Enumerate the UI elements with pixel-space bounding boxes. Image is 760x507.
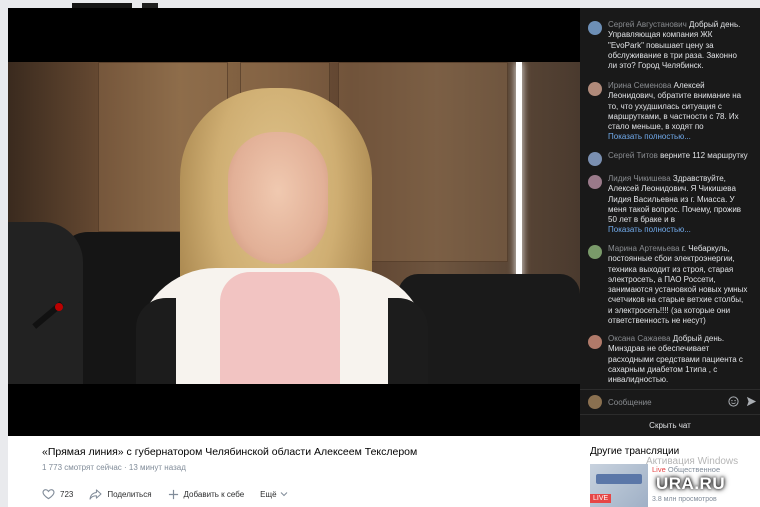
chat-message: Лидия Чикишева Здравствуйте, Алексей Лео… [588,174,748,236]
speaker-shirt [220,272,340,384]
live-chat: Сергей Августанович Добрый день. Управля… [580,8,760,436]
chat-author[interactable]: Лидия Чикишева [608,174,671,183]
thumbnail-banner [596,474,642,484]
avatar[interactable] [588,335,602,349]
chat-message: Марина Артемьева г. Чебаркуль, постоянны… [588,244,748,326]
share-label: Поделиться [107,489,152,499]
show-more-link[interactable]: Показать полностью... [608,225,748,235]
plus-icon [168,489,178,499]
message-input[interactable] [608,394,718,410]
chat-message: Ирина Семенова Алексей Леонидович, обрат… [588,81,748,143]
light-strip [516,62,522,278]
windows-activation-watermark: Активация Windows [646,456,739,467]
action-bar: 723 Поделиться Добавить к себе Ещё [42,488,309,500]
other-streams: Другие трансляции LIVE Live Общественное… [580,436,760,507]
chat-author[interactable]: Сергей Августанович [608,20,687,29]
page: Сергей Августанович Добрый день. Управля… [0,0,760,507]
stream-thumbnail[interactable]: LIVE [590,464,648,507]
speaker-face [228,132,328,264]
sweater-stripe [136,298,176,384]
chat-input-bar [580,389,760,413]
video-title: «Прямая линия» с губернатором Челябинско… [42,446,418,458]
sweater-stripe [388,298,428,384]
avatar[interactable] [588,21,602,35]
chat-author[interactable]: Оксана Сажаева [608,334,671,343]
person-silhouette [8,222,83,384]
chat-author[interactable]: Марина Артемьева [608,244,680,253]
heart-icon [42,489,55,500]
microphone-light [55,303,63,311]
share-icon [89,488,102,500]
more-button[interactable]: Ещё [260,490,292,499]
avatar[interactable] [588,245,602,259]
chat-author[interactable]: Сергей Титов [608,151,658,160]
chat-message: Оксана Сажаева Добрый день. Минздрав не … [588,334,748,385]
chat-message: Сергей Титов верните 112 маршрутку [588,151,748,166]
chat-text: г. Чебаркуль, постоянные сбои электроэне… [608,244,748,326]
add-label: Добавить к себе [183,489,245,499]
chevron-down-icon [280,492,287,497]
live-badge: LIVE [590,494,612,503]
video-info: «Прямая линия» с губернатором Челябинско… [8,436,580,507]
avatar[interactable] [588,82,602,96]
stream-views: 3.8 млн просмотров [652,496,717,503]
hide-chat-button[interactable]: Скрыть чат [580,414,760,436]
site-logo: URA.RU [656,474,726,493]
like-count: 723 [60,489,74,499]
add-to-library-button[interactable]: Добавить к себе [168,489,245,500]
video-player[interactable] [8,8,580,436]
chat-text: верните 112 маршрутку [660,151,748,160]
emoji-icon[interactable] [728,396,739,407]
avatar [588,395,602,409]
avatar[interactable] [588,152,602,166]
send-icon[interactable] [746,396,757,407]
video-stats: 1 773 смотрят сейчас · 13 минут назад [42,463,186,472]
avatar[interactable] [588,175,602,189]
chat-author[interactable]: Ирина Семенова [608,81,671,90]
more-label: Ещё [260,489,277,499]
show-more-link[interactable]: Показать полностью... [608,132,748,142]
like-button[interactable]: 723 [42,488,73,500]
share-button[interactable]: Поделиться [89,488,152,500]
chat-message: Сергей Августанович Добрый день. Управля… [588,20,748,71]
video-frame[interactable] [8,62,580,384]
